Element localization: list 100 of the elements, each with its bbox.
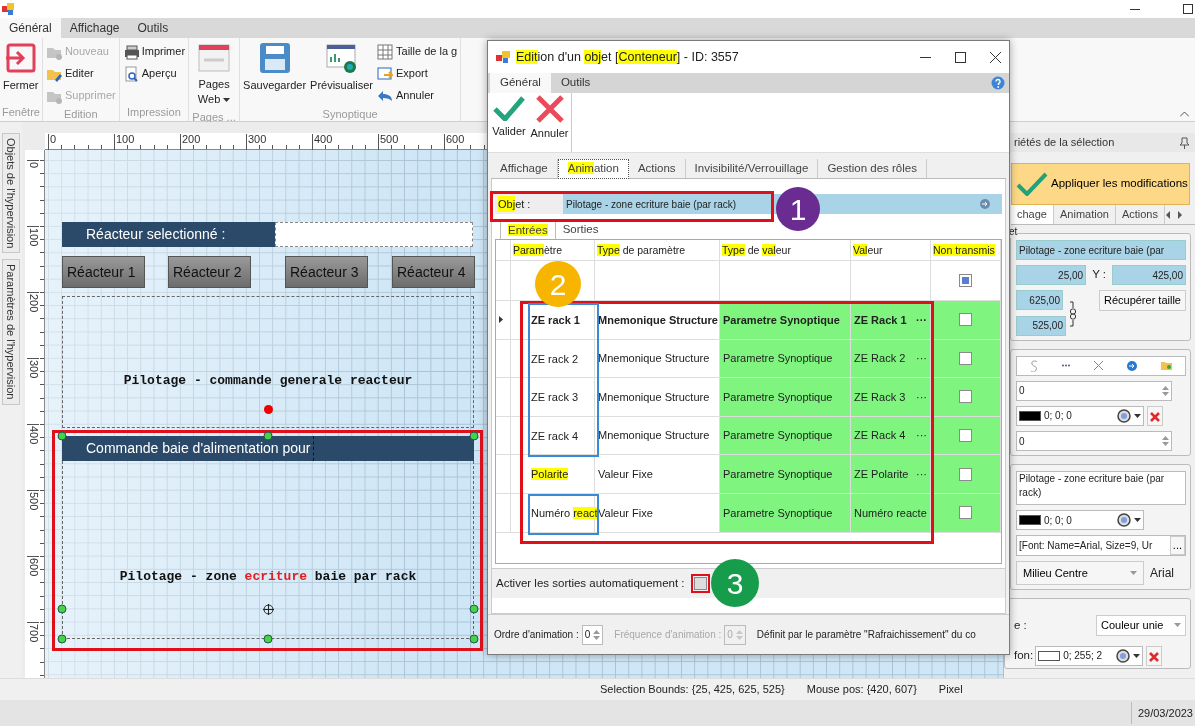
table-cell: ZE rack 2 — [511, 339, 595, 378]
color-picker[interactable]: 0; 0; 0 — [1016, 405, 1144, 426]
resize-handle[interactable] — [263, 634, 273, 644]
field-label: fon: — [1014, 648, 1034, 664]
resize-handle[interactable] — [57, 431, 67, 441]
name-field[interactable]: Pilotage - zone ecriture baie (par — [1016, 240, 1186, 260]
browse-button[interactable]: ... — [1169, 536, 1185, 555]
reactor-button[interactable]: Réacteur 2 — [168, 256, 251, 288]
dialog-tab[interactable]: Outils — [550, 73, 601, 93]
dots-icon[interactable] — [1061, 364, 1070, 367]
resize-handle[interactable] — [57, 604, 67, 614]
resize-handle[interactable] — [263, 431, 273, 441]
maximize-icon — [1183, 4, 1193, 14]
fetch-size-button[interactable]: Récupérer taille — [1098, 290, 1186, 311]
ribbon-tab[interactable]: Affichage — [60, 18, 129, 38]
dialog-tab[interactable]: Actions — [628, 159, 686, 178]
dialog-tab[interactable]: Général — [490, 73, 551, 93]
ribbon-button[interactable]: Export — [376, 63, 459, 84]
ribbon-button[interactable]: Fermer — [2, 40, 40, 104]
checkbox[interactable] — [959, 274, 972, 287]
ribbon-button[interactable]: Prévisualiser — [309, 40, 375, 106]
panel-tab[interactable]: Animation — [1054, 205, 1116, 224]
width-field[interactable]: 625,00 — [1016, 290, 1063, 311]
number-field[interactable]: 0 — [1016, 431, 1172, 451]
grid-tab[interactable]: Sorties — [555, 221, 606, 239]
column-header[interactable]: Type de paramètre — [595, 240, 720, 260]
ribbon-button[interactable]: Pages Web — [191, 40, 238, 109]
checkbox[interactable] — [959, 467, 972, 481]
delete-button[interactable] — [1146, 645, 1163, 666]
checkbox[interactable] — [959, 351, 972, 365]
delete-button[interactable] — [1147, 405, 1163, 426]
resize-handle[interactable] — [469, 634, 479, 644]
text-area[interactable]: Pilotage - zone ecriture baie (par rack) — [1016, 471, 1186, 505]
dialog-button[interactable]: Annuler — [528, 93, 572, 152]
ellipsis-button[interactable]: ··· — [916, 465, 927, 483]
dialog-tab[interactable]: Animation — [557, 159, 629, 179]
side-tab[interactable]: Paramètres de l'hypervision — [2, 259, 20, 405]
font-field[interactable]: [Font: Name=Arial, Size=9, Ur ... — [1016, 535, 1186, 556]
apply-button[interactable]: Appliquer les modifications — [1011, 163, 1190, 205]
column-header[interactable]: Type de valeur — [720, 240, 851, 260]
ellipsis-button[interactable]: ··· — [916, 388, 927, 406]
help-icon[interactable] — [991, 76, 1005, 90]
table-cell: Parametre Synoptique — [720, 493, 851, 532]
alignment-dropdown[interactable]: Milieu Centre — [1016, 560, 1144, 585]
column-header[interactable]: Valeur — [851, 240, 931, 260]
folder-icon[interactable] — [1161, 361, 1173, 370]
number-field[interactable]: 0 — [1016, 380, 1172, 401]
dialog-tab[interactable]: Affichage — [491, 159, 558, 178]
ruler-label: 600 — [27, 556, 39, 577]
resize-handle[interactable] — [469, 604, 479, 614]
spinner-arrows-icon — [593, 627, 601, 642]
checkbox[interactable] — [959, 313, 972, 327]
close-icon[interactable] — [990, 51, 1001, 63]
dialog-tab[interactable]: Invisibilité/Verrouillage — [685, 159, 819, 178]
ribbon-button[interactable]: Sauvegarder — [242, 40, 308, 106]
scroll-arrows-icon[interactable] — [1165, 210, 1183, 219]
arrow-circle-icon[interactable] — [1127, 360, 1138, 371]
ribbon-button[interactable]: Annuler — [376, 85, 459, 106]
number-field[interactable]: 0 — [581, 624, 604, 645]
panel-tab[interactable]: chage — [1011, 205, 1054, 224]
field-label: Y : — [1092, 267, 1106, 283]
checkbox[interactable] — [959, 429, 972, 443]
x-icon — [534, 95, 565, 123]
chart-window-icon — [325, 42, 358, 74]
checkbox[interactable] — [959, 390, 972, 404]
reactor-button[interactable]: Réacteur 3 — [285, 256, 368, 288]
height-field[interactable]: 525,00 — [1016, 315, 1066, 336]
minimize-icon[interactable] — [920, 56, 931, 58]
reactor-button[interactable]: Réacteur 1 — [62, 256, 145, 288]
resize-handle[interactable] — [469, 431, 479, 441]
panel-title: riétés de la sélection — [1014, 135, 1115, 151]
ribbon-button[interactable]: Aperçu — [121, 63, 187, 84]
color-wheel-icon — [1117, 408, 1131, 423]
ellipsis-button[interactable]: ··· — [916, 350, 927, 367]
ribbon-button[interactable]: Imprimer — [121, 41, 187, 62]
ribbon-tab[interactable]: Outils — [128, 18, 178, 38]
dialog-tab[interactable]: Gestion des rôles — [818, 159, 927, 178]
ellipsis-button[interactable]: ··· — [916, 427, 927, 444]
ribbon-button[interactable]: Taille de la g — [376, 41, 459, 62]
ruler-label: 500 — [27, 490, 39, 511]
spinner-arrows-icon — [735, 627, 743, 642]
panel-tab[interactable]: Actions — [1115, 205, 1165, 224]
color-picker[interactable]: 0; 0; 0 — [1016, 510, 1144, 530]
ribbon-tab[interactable]: Général — [0, 18, 61, 38]
object-field[interactable]: Pilotage - zone ecriture baie (par rack) — [563, 196, 769, 212]
resize-handle[interactable] — [57, 634, 67, 644]
ellipsis-button[interactable]: ··· — [916, 311, 927, 329]
reactor-button[interactable]: Réacteur 4 — [392, 256, 475, 288]
side-tab[interactable]: Objets de l'hypervision — [2, 133, 20, 254]
y-field[interactable]: 425,00 — [1112, 265, 1186, 285]
color-picker[interactable]: 0; 255; 2 — [1035, 645, 1144, 666]
pin-icon[interactable] — [1180, 136, 1189, 149]
fill-type-dropdown[interactable]: Couleur unie — [1096, 615, 1186, 636]
x-field[interactable]: 25,00 — [1016, 265, 1087, 285]
table-cell: Parametre Synoptique — [720, 416, 851, 455]
dialog-button[interactable]: Valider — [490, 93, 528, 152]
ribbon-button[interactable]: Editer — [44, 63, 117, 84]
checkbox[interactable] — [959, 506, 972, 520]
arrow-circle-icon[interactable] — [980, 199, 990, 209]
maximize-icon[interactable] — [955, 51, 966, 63]
